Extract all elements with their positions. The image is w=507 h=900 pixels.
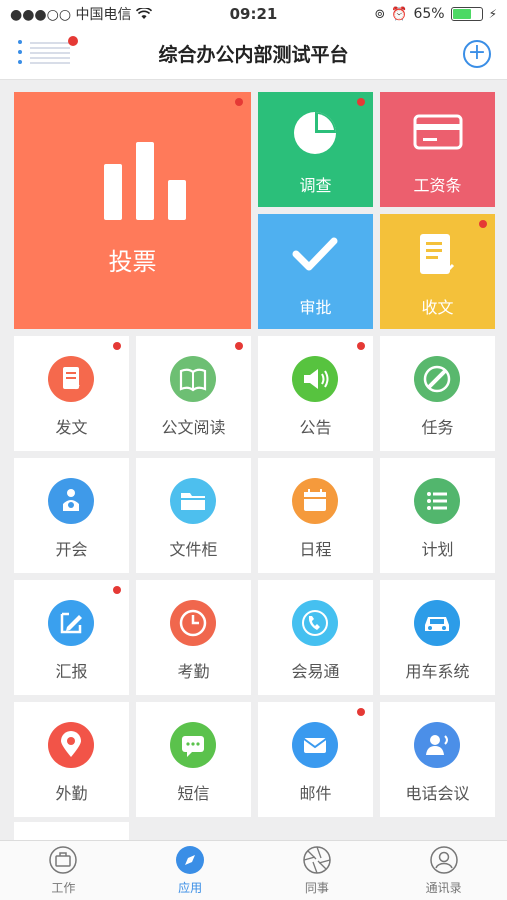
survey-tile[interactable]: 调查 bbox=[258, 92, 373, 207]
page-title: 综合办公内部测试平台 bbox=[158, 44, 349, 66]
document-download-icon bbox=[420, 234, 455, 274]
app-document[interactable]: 发文 bbox=[14, 336, 129, 451]
nav-bar: 综合办公内部测试平台 + bbox=[0, 28, 507, 80]
tab-colleagues[interactable]: 同事 bbox=[254, 841, 381, 900]
app-label: 短信 bbox=[177, 784, 210, 803]
app-calendar[interactable]: 日程 bbox=[258, 458, 373, 573]
payslip-label: 工资条 bbox=[413, 176, 462, 195]
payslip-tile[interactable]: 工资条 bbox=[380, 92, 495, 207]
app-label: 邮件 bbox=[299, 784, 332, 803]
clock-icon bbox=[170, 600, 216, 646]
tab-apps-label: 应用 bbox=[178, 881, 203, 895]
folder-icon bbox=[170, 478, 216, 524]
app-label: 外勤 bbox=[55, 784, 88, 803]
app-label: 发文 bbox=[55, 418, 88, 437]
app-edit[interactable]: 汇报 bbox=[14, 580, 129, 695]
app-meeting[interactable]: 开会 bbox=[14, 458, 129, 573]
app-label: 文件柜 bbox=[169, 540, 218, 559]
approval-label: 审批 bbox=[299, 298, 332, 317]
app-list[interactable]: 计划 bbox=[380, 458, 495, 573]
document-icon bbox=[48, 356, 94, 402]
car-icon bbox=[414, 600, 460, 646]
app-label: 汇报 bbox=[55, 662, 88, 681]
task-icon bbox=[414, 356, 460, 402]
app-car[interactable]: 用车系统 bbox=[380, 580, 495, 695]
survey-label: 调查 bbox=[299, 176, 332, 195]
speaker-icon bbox=[292, 356, 338, 402]
vote-label: 投票 bbox=[108, 248, 157, 276]
survey-badge bbox=[357, 98, 365, 106]
briefcase-icon bbox=[49, 846, 78, 874]
book-icon bbox=[170, 356, 216, 402]
tab-work[interactable]: 工作 bbox=[0, 841, 127, 900]
calendar-icon bbox=[292, 478, 338, 524]
app-label: 会易通 bbox=[291, 662, 340, 681]
compass-icon bbox=[176, 846, 205, 874]
app-message[interactable]: 短信 bbox=[136, 702, 251, 817]
aperture-icon bbox=[303, 846, 331, 874]
location-icon bbox=[48, 722, 94, 768]
edit-icon bbox=[48, 600, 94, 646]
notification-badge bbox=[113, 342, 121, 350]
app-clock[interactable]: 考勤 bbox=[136, 580, 251, 695]
phone-icon bbox=[292, 600, 338, 646]
list-icon bbox=[414, 478, 460, 524]
tab-contacts-label: 通讯录 bbox=[425, 881, 462, 895]
app-speaker[interactable]: 公告 bbox=[258, 336, 373, 451]
message-icon bbox=[170, 722, 216, 768]
tab-apps[interactable]: 应用 bbox=[127, 841, 254, 900]
status-bar: ●●●○○ 中国电信 09:21 ⊚ ⏰ 65% ⚡ bbox=[0, 0, 507, 28]
app-label: 电话会议 bbox=[405, 784, 470, 803]
app-label: 考勤 bbox=[177, 662, 210, 681]
battery-icon bbox=[450, 7, 483, 21]
app-label: 计划 bbox=[421, 540, 454, 559]
app-folder[interactable]: 文件柜 bbox=[136, 458, 251, 573]
app-location[interactable]: 外勤 bbox=[14, 702, 129, 817]
bar-chart-icon bbox=[104, 142, 186, 220]
meeting-icon bbox=[48, 478, 94, 524]
scan-qr-button[interactable] bbox=[18, 36, 78, 70]
tab-work-label: 工作 bbox=[51, 881, 76, 895]
app-label: 任务 bbox=[421, 418, 454, 437]
app-task[interactable]: 任务 bbox=[380, 336, 495, 451]
conference-icon bbox=[414, 722, 460, 768]
approval-tile[interactable]: 审批 bbox=[258, 214, 373, 329]
notification-badge bbox=[113, 586, 121, 594]
notification-badge bbox=[357, 708, 365, 716]
app-book[interactable]: 公文阅读 bbox=[136, 336, 251, 451]
app-label: 日程 bbox=[299, 540, 332, 559]
incoming-doc-tile[interactable]: 收文 bbox=[380, 214, 495, 329]
checkmark-icon bbox=[292, 237, 338, 271]
contact-icon bbox=[429, 846, 458, 874]
tab-bar: 工作 应用 同事 通讯录 bbox=[0, 840, 507, 900]
status-time: 09:21 bbox=[229, 5, 278, 23]
incoming-doc-badge bbox=[479, 220, 487, 228]
vote-badge bbox=[235, 98, 243, 106]
mail-icon bbox=[292, 722, 338, 768]
app-label: 开会 bbox=[55, 540, 88, 559]
incoming-doc-label: 收文 bbox=[421, 298, 454, 317]
pie-chart-icon bbox=[294, 112, 336, 154]
app-label: 公告 bbox=[299, 418, 332, 437]
tab-contacts[interactable]: 通讯录 bbox=[380, 841, 507, 900]
app-label: 公文阅读 bbox=[161, 418, 226, 437]
app-mail[interactable]: 邮件 bbox=[258, 702, 373, 817]
tab-colleagues-label: 同事 bbox=[304, 881, 329, 895]
notification-badge bbox=[68, 36, 78, 46]
notification-badge bbox=[357, 342, 365, 350]
notification-badge bbox=[235, 342, 243, 350]
app-label: 用车系统 bbox=[405, 662, 470, 681]
vote-tile[interactable]: 投票 bbox=[14, 92, 251, 329]
app-phone[interactable]: 会易通 bbox=[258, 580, 373, 695]
app-conference[interactable]: 电话会议 bbox=[380, 702, 495, 817]
card-icon bbox=[413, 114, 463, 150]
add-button[interactable]: + bbox=[463, 40, 491, 68]
partial-app-cell[interactable] bbox=[14, 822, 129, 840]
